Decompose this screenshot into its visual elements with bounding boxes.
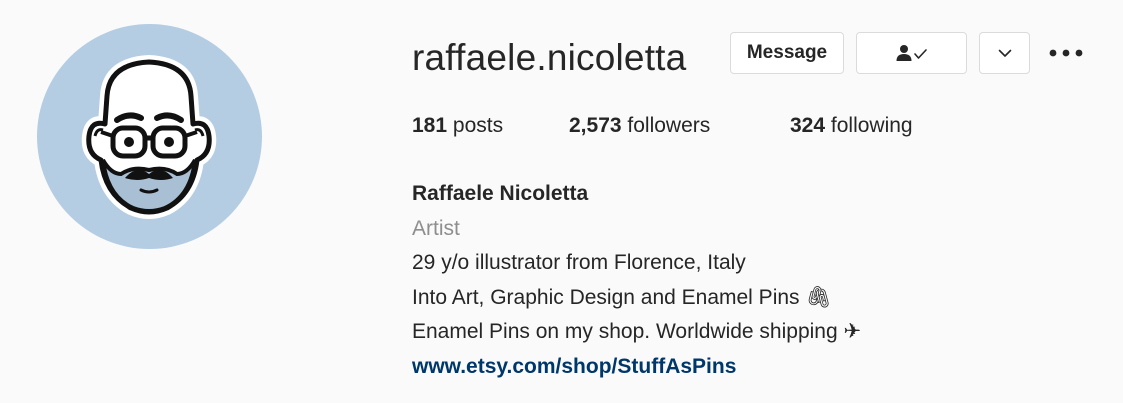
suggested-accounts-button[interactable] [979,32,1030,74]
following-stat[interactable]: 324 following [790,114,913,138]
following-count: 324 [790,114,826,137]
profile-avatar[interactable] [37,24,262,249]
profile-category: Artist [412,216,460,240]
three-dots-icon [1049,49,1083,57]
avatar-illustration [81,55,217,219]
profile-username: raffaele.nicoletta [412,37,687,78]
chevron-down-icon [998,49,1011,57]
followers-stat[interactable]: 2,573 followers [569,114,710,138]
display-name: Raffaele Nicoletta [412,182,589,205]
message-button[interactable]: Message [730,32,844,74]
posts-stat[interactable]: 181 posts [412,114,503,138]
profile-bio: Raffaele Nicoletta Artist 29 y/o illustr… [412,177,861,384]
profile-link[interactable]: www.etsy.com/shop/StuffAsPins [412,355,736,378]
person-check-icon [896,45,927,61]
following-button[interactable] [856,32,967,74]
posts-label: posts [452,114,504,137]
bio-line: 29 y/o illustrator from Florence, Italy [412,251,746,274]
followers-count: 2,573 [569,114,622,137]
posts-count: 181 [412,114,448,137]
following-label: following [830,114,913,137]
bio-line: Into Art, Graphic Design and Enamel Pins… [412,285,833,309]
options-button[interactable] [1046,42,1086,64]
followers-label: followers [627,114,711,137]
bio-line: Enamel Pins on my shop. Worldwide shippi… [412,320,862,343]
